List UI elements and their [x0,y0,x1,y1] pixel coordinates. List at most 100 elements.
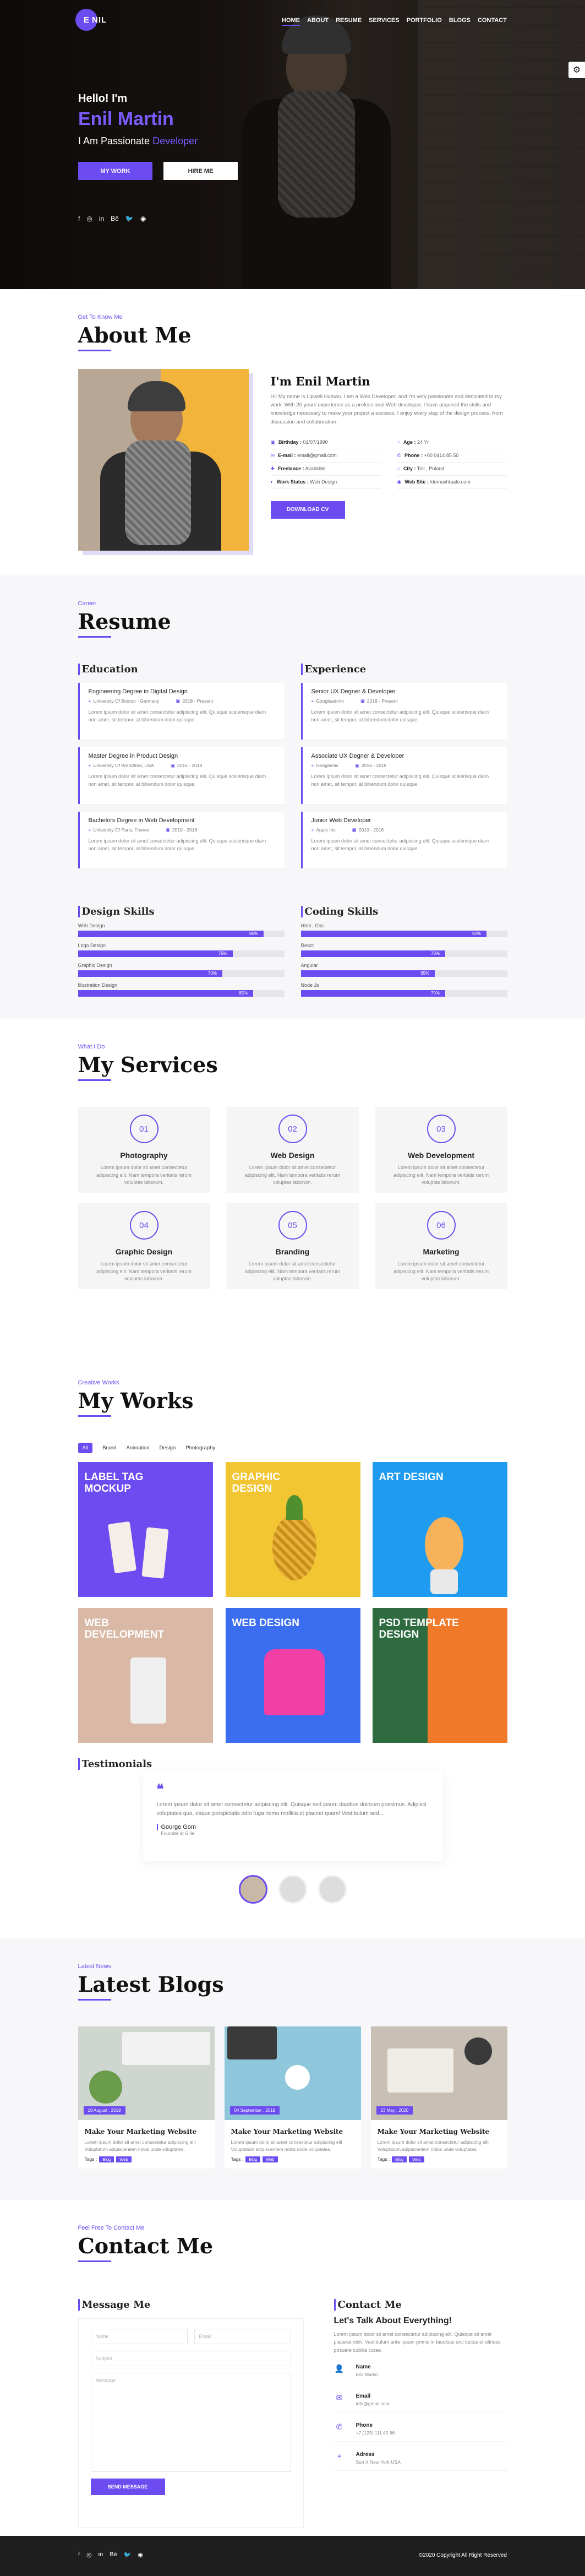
tag[interactable]: Web [409,2156,424,2162]
twitter-icon[interactable]: 🐦 [125,215,134,222]
testimonial-card: ❝ Lorem ipsum dolor sit amet consectetur… [143,1770,443,1861]
skill-percent: 90% [249,931,259,936]
service-card-web-development[interactable]: 03 Web Development Lorem ipsum dolor sit a… [375,1107,507,1193]
hero-name: Enil Martin [78,108,174,129]
clock-icon: ◔ [397,439,400,445]
tag[interactable]: Blog [392,2156,407,2162]
resume-section: Career Resume Education Engineering Degr… [0,575,585,1019]
service-card-photography[interactable]: 01 Photography Lorem ipsum dolor sit amet … [78,1107,210,1193]
services-title: My Services [78,1052,218,1077]
tag[interactable]: Blog [245,2156,261,2162]
filter-all[interactable]: All [78,1443,93,1453]
hero-greeting: Hello! I'm [78,93,128,105]
twitter-icon[interactable]: 🐦 [124,2551,132,2558]
settings-gear-icon[interactable]: ⚙ [568,62,585,78]
blog-post-image: 18 August , 2019 [78,2026,215,2120]
skill-fill [300,950,445,957]
home-icon: ⌂ [397,465,400,471]
service-card-branding[interactable]: 05 Branding Lorem ipsum dolor sit amet con… [226,1203,359,1289]
nav-services[interactable]: SERVICES [369,17,399,26]
filter-design[interactable]: Design [160,1445,176,1451]
contact-item-address: ⌖ Adress Sun X New York USA [333,2452,507,2471]
skill-label: Illustration Design [78,982,118,988]
avatar[interactable] [238,1875,267,1904]
testimonial-quote: Lorem ipsum dolor sit amet consectetur a… [156,1802,427,1817]
portfolio-tile[interactable]: LABEL TAG MOCKUP [78,1462,213,1597]
linkedin-icon[interactable]: in [99,2551,103,2558]
fact-website: ◉ Web Site : /demoxhtaalo.com [397,476,507,489]
fact-city: ⌂ City : Toit , Poland [397,463,507,476]
tag[interactable]: Web [116,2156,132,2162]
site-logo[interactable]: E NIL [75,9,107,31]
instagram-icon[interactable]: ◎ [86,2551,92,2558]
dribbble-icon[interactable]: ◉ [140,215,146,222]
globe-icon: ◉ [397,479,402,485]
portfolio-tile[interactable]: WEB DEVELOPMENT [78,1608,213,1743]
portfolio-tile[interactable]: WEB DESIGN [225,1608,360,1743]
download-cv-button[interactable]: DOWNLOAD CV [270,501,345,519]
contact-text: Lorem ipsum dolor sit amet consectetur a… [333,2332,501,2353]
send-message-button[interactable]: SEND MESSAGE [90,2479,165,2495]
behance-icon[interactable]: Bē [110,2551,117,2558]
phone-icon: ✆ [397,452,402,458]
nav-about[interactable]: ABOUT [307,17,329,26]
blogs-section: Latest News Latest Blogs 18 August , 201… [0,1938,585,2200]
behance-icon[interactable]: Bē [111,215,119,222]
fact-phone: ✆ Phone : +00 0414 85 50 [397,449,507,463]
subject-input[interactable]: Subject [90,2351,291,2366]
message-me-title: Message Me [78,2299,285,2311]
filter-photography[interactable]: Photography [185,1445,215,1451]
message-textarea[interactable]: Message [90,2373,291,2472]
nav-home[interactable]: HOME [282,17,300,26]
facebook-icon[interactable]: f [78,2551,80,2558]
hire-me-button[interactable]: HIRE ME [163,162,238,180]
skill-label: Html , Css [300,923,324,928]
my-work-button[interactable]: MY WORK [78,162,152,180]
skill-fill [300,931,486,937]
blog-post-card[interactable]: 23 May , 2020 Make Your Marketing Websit… [370,2026,507,2169]
about-photo [78,369,249,551]
name-input[interactable]: Name [90,2329,188,2344]
email-input[interactable]: Email [194,2329,291,2344]
top-nav: E NIL HOME ABOUT RESUME SERVICES PORTFOL… [0,9,585,31]
tag[interactable]: Web [263,2156,278,2162]
service-card-marketing[interactable]: 06 Marketing Lorem ipsum dolor sit amet co… [375,1203,507,1289]
location-icon: ⌖ [311,698,314,704]
nav-contact[interactable]: CONTACT [478,17,507,26]
service-card-web-design[interactable]: 02 Web Design Lorem ipsum dolor sit amet c… [226,1107,359,1193]
service-card-graphic-design[interactable]: 04 Graphic Design Lorem ipsum dolor sit am… [78,1203,210,1289]
coding-skills: Coding Skills Html , Css 90% React 70% Angul… [300,906,507,997]
skill-label: Angular [300,963,318,968]
blog-post-card[interactable]: 18 August , 2019 Make Your Marketing Web… [78,2026,215,2169]
linkedin-icon[interactable]: in [99,215,104,222]
nav-resume[interactable]: RESUME [336,17,362,26]
services-kicker: What I Do [78,1044,105,1050]
instagram-icon[interactable]: ◎ [86,215,92,222]
skill-label: React [300,943,314,948]
portfolio-tile[interactable]: PSD TEMPLATE DESIGN [372,1608,507,1743]
skill-label: Node Js [300,982,319,988]
dribbble-icon[interactable]: ◉ [138,2551,143,2558]
skill-percent: 90% [472,931,482,936]
filter-animation[interactable]: Animation [126,1445,149,1451]
facebook-icon[interactable]: f [78,215,80,222]
experience-card: Junior Web Developer ⌖ Apple Inc ▣ 2010 - 2… [300,812,507,868]
portfolio-tile[interactable]: GRAPHIC DESIGN [225,1462,360,1597]
contact-section: Feel Free To Contact Me Contact Me Messa… [0,2200,585,2536]
portfolio-tile[interactable]: ART DESIGN [372,1462,507,1597]
skill-label: Logo Design [78,943,106,948]
nav-portfolio[interactable]: PORTFOLIO [407,17,442,26]
calendar-icon: ▣ [352,827,357,833]
nav-blogs[interactable]: BLOGS [449,17,471,26]
tag[interactable]: Blog [99,2156,114,2162]
filter-brand[interactable]: Brand [102,1445,116,1451]
blog-post-card[interactable]: 04 September , 2019 Make Your Marketing … [224,2026,361,2169]
avatar[interactable] [318,1875,347,1904]
skill-percent: 65% [420,971,430,976]
footer-social-links: f ◎ in Bē 🐦 ◉ [78,2551,143,2558]
avatar[interactable] [278,1875,307,1904]
experience-card: Associate UX Degner & Developer ⌖ Googlem… [300,747,507,804]
fact-birthday: ▣ Birthday : 01/07/1990 [270,436,381,449]
experience-card: Senior UX Degner & Developer ⌖ Googleadmi… [300,683,507,740]
about-facts: ▣ Birthday : 01/07/1990 ◔ Age : 24 Yr ✉ E-m… [270,436,507,489]
